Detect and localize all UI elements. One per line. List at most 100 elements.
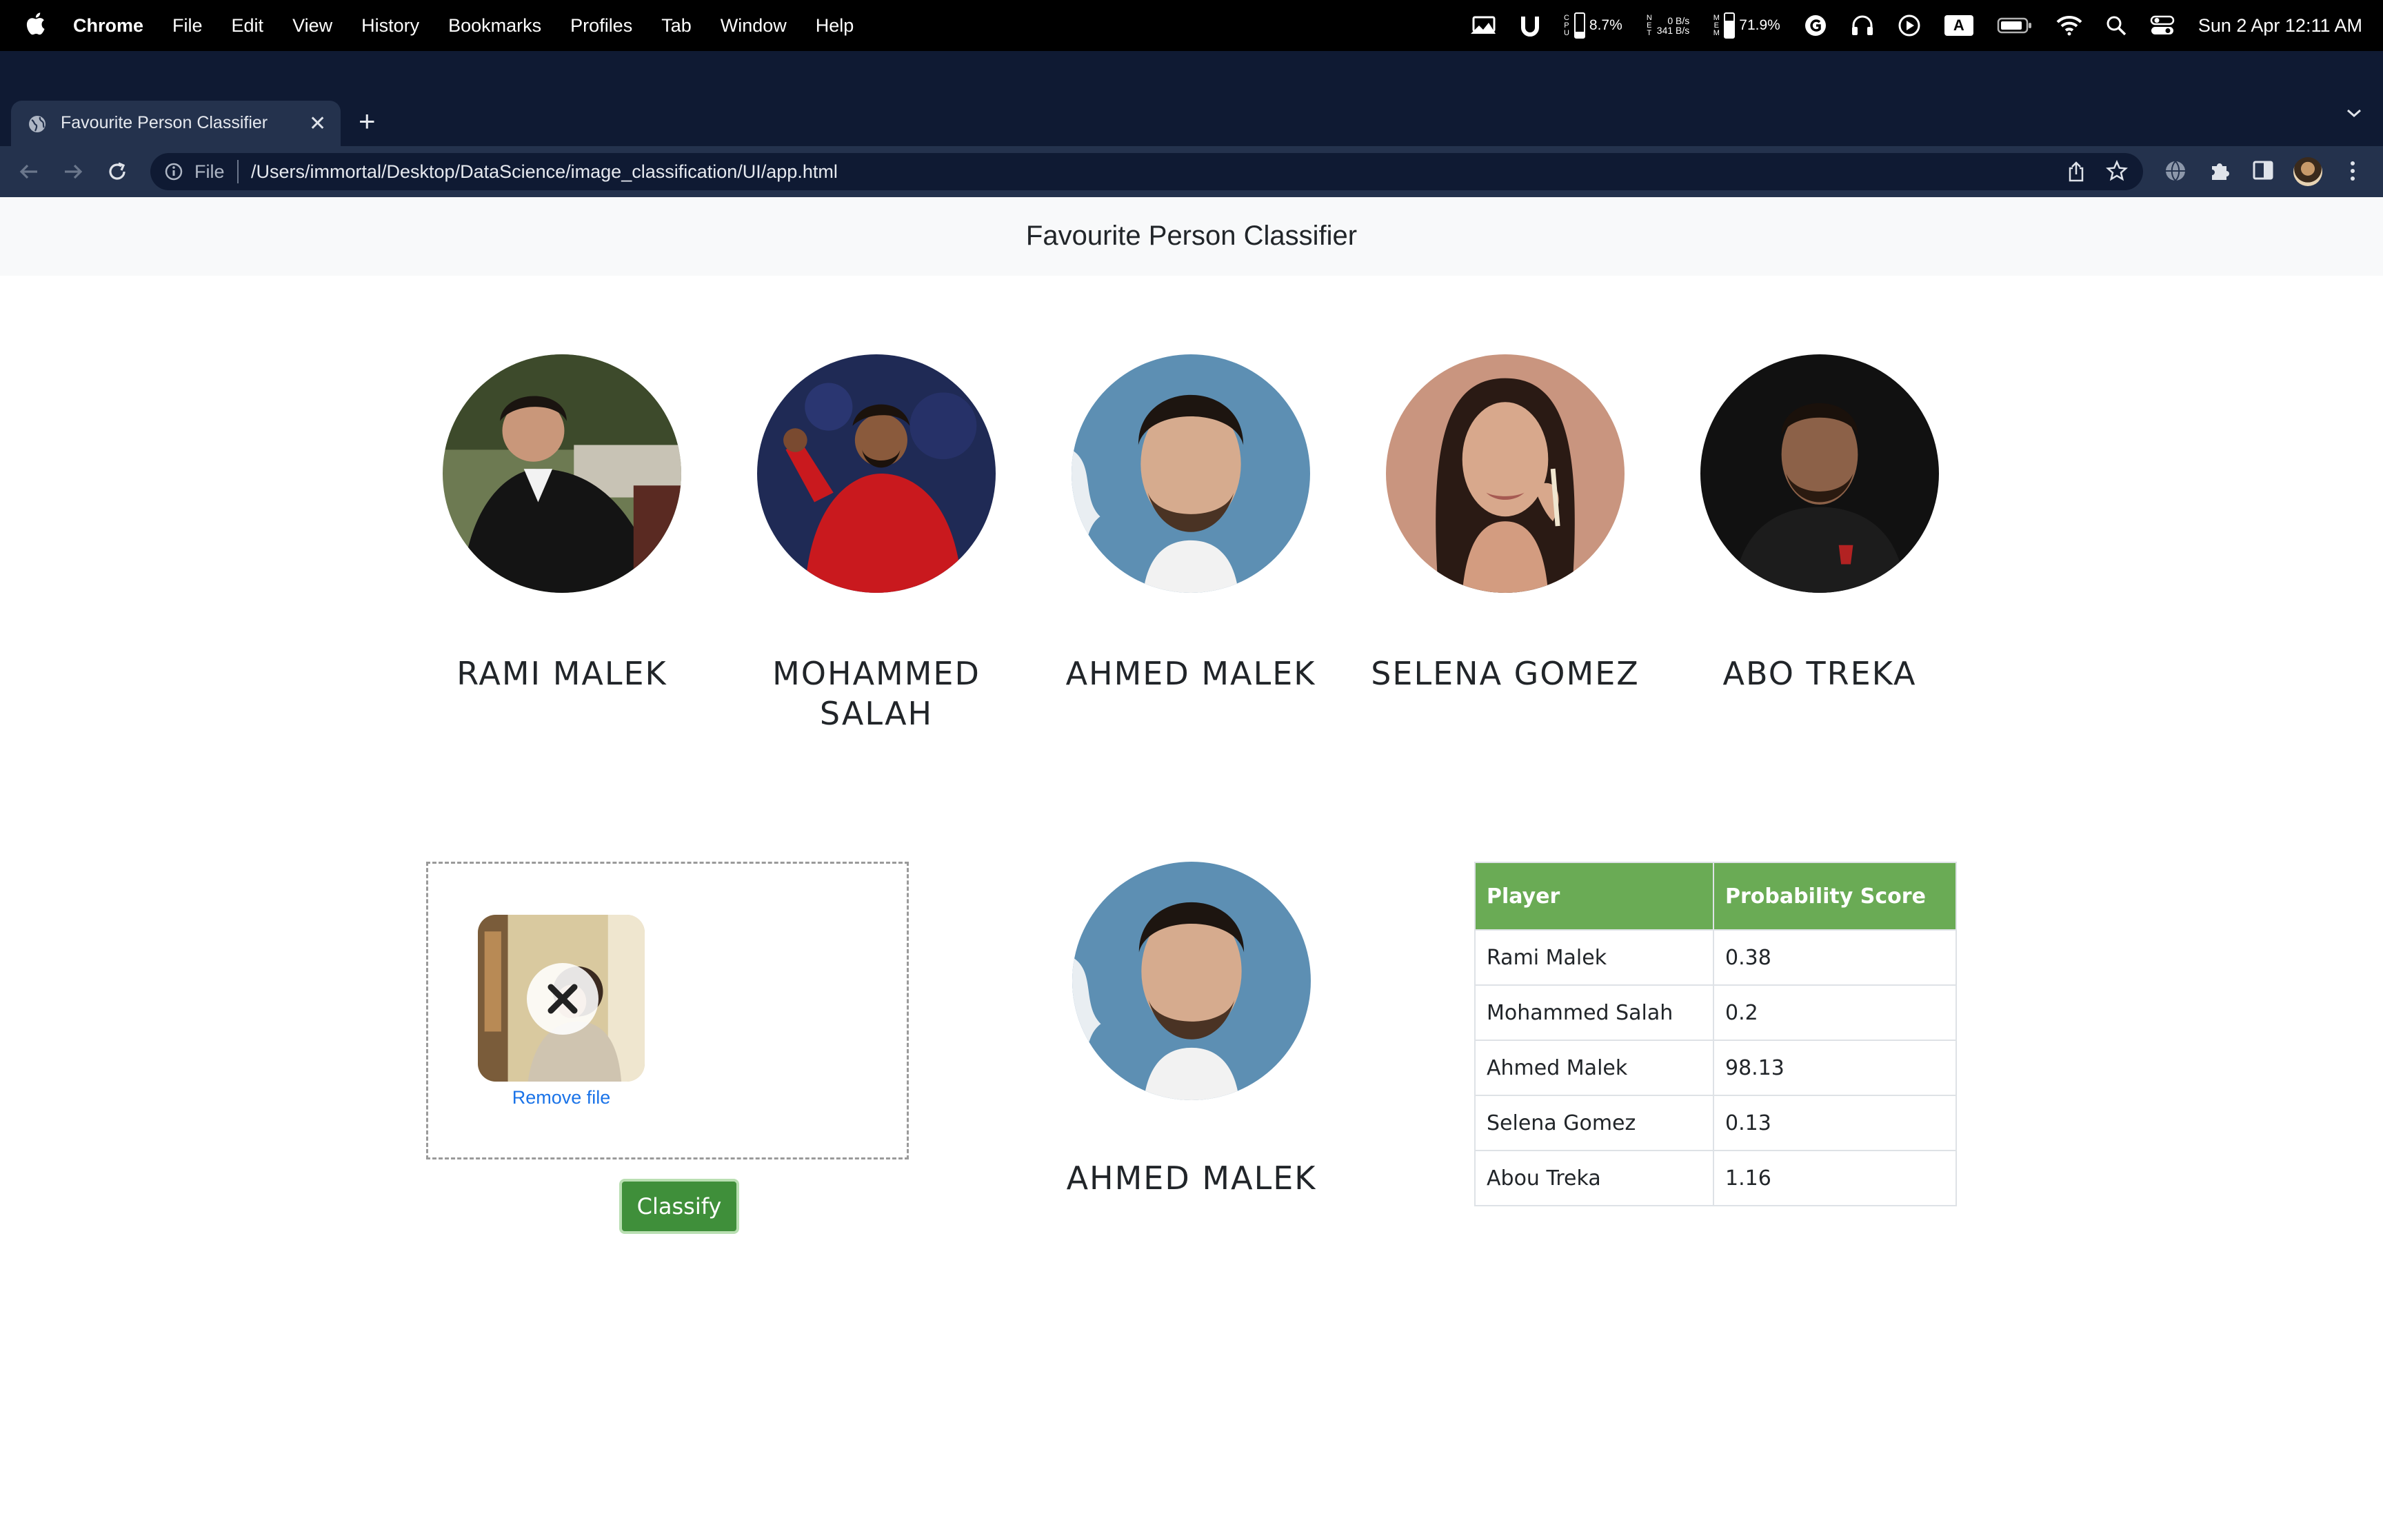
chrome-menu-kebab-icon[interactable] [2344,159,2361,183]
score-cell: 0.38 [1713,929,1957,986]
headphones-icon[interactable] [1851,14,1874,37]
extensions-puzzle-icon[interactable] [2208,159,2231,183]
new-tab-plus-icon[interactable]: + [359,105,376,138]
column-header-probability-score: Probability Score [1713,862,1957,931]
vpn-extension-icon[interactable] [2164,159,2187,183]
classify-button[interactable]: Classify [619,1179,739,1234]
globe-icon [29,116,46,132]
table-row: Mohammed Salah 0.2 [1474,984,1957,1041]
person-card-ahmed-malek: AHMED MALEK [1046,354,1336,693]
tab-search-chevron-icon[interactable] [2346,108,2362,119]
net-up: 341 B/s [1656,25,1690,36]
chrome-toolbar: File /Users/immortal/Desktop/DataScience… [0,146,2383,197]
macos-menu-bar: Chrome File Edit View History Bookmarks … [0,0,2383,51]
photo-selena-gomez-icon [1386,354,1625,593]
url-text[interactable]: /Users/immortal/Desktop/DataScience/imag… [251,161,838,183]
forward-arrow-icon[interactable] [61,159,86,184]
menu-bookmarks[interactable]: Bookmarks [448,15,541,37]
play-circle-icon[interactable] [1898,14,1921,37]
player-cell: Selena Gomez [1474,1095,1714,1151]
grammarly-icon[interactable] [1804,14,1827,37]
menu-bar-clock[interactable]: Sun 2 Apr 12:11 AM [2198,15,2362,37]
remove-file-button[interactable] [527,963,599,1035]
player-cell: Abou Treka [1474,1150,1714,1206]
reload-icon[interactable] [105,159,130,184]
result-person-name: AHMED MALEK [1066,1159,1317,1197]
control-center-icon[interactable] [2150,15,2175,36]
share-icon[interactable] [2067,161,2085,182]
table-row: Selena Gomez 0.13 [1474,1095,1957,1151]
cpu-meter [1573,12,1585,39]
mem-percent: 71.9% [1739,17,1780,33]
photo-mohammed-salah-icon [757,354,996,593]
omnibox-divider [237,160,239,183]
person-card-mohammed-salah: MOHAMMED SALAH [732,354,1021,733]
person-name-mohammed-salah: MOHAMMED SALAH [772,655,981,732]
result-card: AHMED MALEK [1047,862,1336,1198]
cpu-label: CPU [1563,13,1569,37]
menu-edit[interactable]: Edit [232,15,264,37]
menu-tab[interactable]: Tab [661,15,692,37]
bookmark-star-icon[interactable] [2106,160,2128,182]
player-cell: Ahmed Malek [1474,1040,1714,1096]
table-row: Rami Malek 0.38 [1474,929,1957,986]
menu-window[interactable]: Window [721,15,787,37]
navbar-brand[interactable]: Favourite Person Classifier [1026,221,1357,252]
photo-abo-treka-icon [1700,354,1939,593]
net-rates: 0 B/s 341 B/s [1657,16,1689,35]
u-app-icon[interactable] [1520,14,1540,37]
person-name-abo-treka: ABO TREKA [1722,655,1917,692]
address-bar[interactable]: File /Users/immortal/Desktop/DataScience… [150,153,2143,190]
side-panel-icon[interactable] [2252,159,2274,181]
cpu-percent: 8.7% [1589,17,1622,33]
table-row: Ahmed Malek 98.13 [1474,1040,1957,1096]
probability-score-table: Player Probability Score Rami Malek 0.38… [1474,862,1957,1206]
profile-avatar[interactable] [2293,157,2322,186]
upload-dropzone[interactable]: Remove file [426,862,909,1159]
screen-mirroring-icon[interactable] [1469,14,1497,37]
input-source-label: A [1953,17,1964,34]
photo-ahmed-malek-icon [1072,354,1310,593]
battery-icon[interactable] [1997,17,2033,34]
site-info-icon[interactable] [164,162,183,181]
remove-file-link[interactable]: Remove file [478,1087,645,1108]
menu-app-chrome[interactable]: Chrome [73,15,143,37]
tab-title: Favourite Person Classifier [61,113,268,132]
person-card-selena-gomez: SELENA GOMEZ [1360,354,1650,693]
menu-history[interactable]: History [361,15,419,37]
input-source-icon[interactable]: A [1944,15,1973,36]
apple-icon[interactable] [25,11,46,36]
menu-file[interactable]: File [172,15,203,37]
wifi-icon[interactable] [2056,15,2082,36]
table-row: Abou Treka 1.16 [1474,1150,1957,1206]
page-navbar: Favourite Person Classifier [0,197,2383,276]
tab-close-icon[interactable]: ✕ [309,112,326,136]
menu-view[interactable]: View [292,15,332,37]
score-cell: 98.13 [1713,1040,1957,1096]
photo-rami-malek-icon [443,354,681,593]
column-header-player: Player [1474,862,1714,931]
score-cell: 1.16 [1713,1150,1957,1206]
tab-favourite-person-classifier[interactable]: Favourite Person Classifier ✕ [11,101,341,146]
web-page: Favourite Person Classifier RAMI MALEK M… [0,197,2383,1540]
menu-help[interactable]: Help [816,15,854,37]
person-card-abo-treka: ABO TREKA [1675,354,1964,693]
person-name-rami-malek: RAMI MALEK [456,655,667,692]
mem-meter [1724,12,1736,39]
table-header-row: Player Probability Score [1474,862,1957,931]
player-cell: Rami Malek [1474,929,1714,986]
person-name-selena-gomez: SELENA GOMEZ [1371,655,1640,692]
mem-label: MEM [1713,13,1720,37]
player-cell: Mohammed Salah [1474,984,1714,1041]
back-arrow-icon[interactable] [17,159,41,184]
score-cell: 0.2 [1713,984,1957,1041]
score-cell: 0.13 [1713,1095,1957,1151]
spotlight-search-icon[interactable] [2106,15,2126,36]
person-card-rami-malek: RAMI MALEK [417,354,707,693]
remove-x-icon [547,984,578,1014]
scheme-label: File [194,161,225,182]
menu-profiles[interactable]: Profiles [570,15,632,37]
chrome-tab-strip: Favourite Person Classifier ✕ + [0,51,2383,146]
photo-ahmed-malek-result-icon [1072,862,1311,1100]
net-label: NET [1646,13,1652,37]
